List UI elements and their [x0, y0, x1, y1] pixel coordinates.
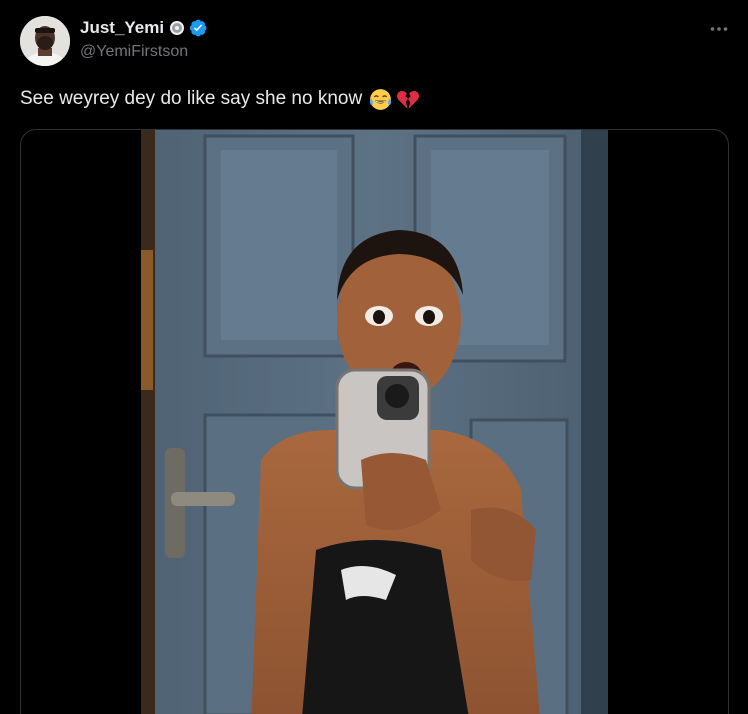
video-player[interactable] [20, 129, 729, 714]
face-with-tears-of-joy-icon [370, 88, 392, 110]
tweet-header: Just_Yemi @YemiFirstson [80, 16, 208, 61]
tweet-emojis [368, 87, 420, 112]
video-thumbnail [141, 130, 608, 714]
more-options-icon [710, 27, 728, 31]
video-frame [141, 130, 608, 714]
display-name[interactable]: Just_Yemi [80, 18, 164, 38]
name-row: Just_Yemi [80, 16, 208, 40]
avatar[interactable] [20, 16, 70, 66]
record-badge-icon [169, 20, 185, 36]
avatar-image [20, 16, 70, 66]
user-handle[interactable]: @YemiFirstson [80, 43, 208, 61]
more-options-button[interactable] [708, 18, 730, 40]
tweet-card: Just_Yemi @YemiFirstson See weyrey dey d… [0, 0, 748, 714]
broken-heart-icon [397, 90, 420, 109]
tweet-text: See weyrey dey do like say she no know [20, 86, 420, 112]
tweet-text-body: See weyrey dey do like say she no know [20, 88, 363, 109]
verified-check-icon[interactable] [188, 18, 208, 38]
